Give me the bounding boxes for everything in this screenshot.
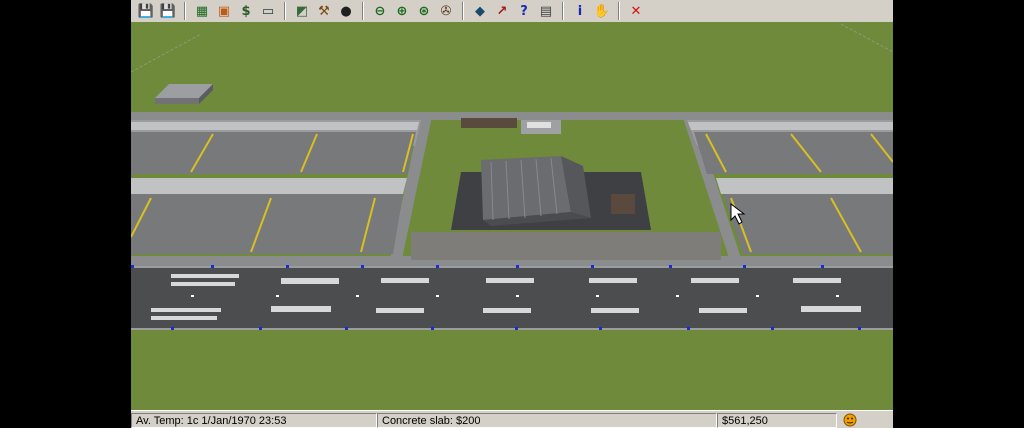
build-menu-icon[interactable]: ▦ (192, 2, 212, 21)
hand-icon[interactable]: ✋ (592, 2, 612, 21)
toolbar-separator (462, 2, 464, 20)
info-icon[interactable]: i (570, 2, 590, 21)
toolbar-separator (184, 2, 186, 20)
runway[interactable] (131, 265, 893, 330)
money-balance: $561,250 (717, 412, 837, 428)
toolbar-separator (362, 2, 364, 20)
save-game-icon[interactable]: 💾 (136, 2, 156, 21)
help-icon[interactable]: ? (514, 2, 534, 21)
vehicle-icon[interactable]: ● (336, 2, 356, 21)
left-apron[interactable] (131, 120, 421, 254)
zoom-in-icon[interactable]: ⊕ (392, 2, 412, 21)
graph-icon[interactable]: ↗ (492, 2, 512, 21)
current-tool-cost: Concrete slab: $200 (377, 412, 717, 428)
status-bar: Av. Temp: 1c 1/Jan/1970 23:53 Concrete s… (131, 410, 893, 428)
smiley-icon[interactable] (841, 413, 859, 427)
toolbar-separator (284, 2, 286, 20)
game-window: 💾 💾 ▦ ▣ $ ▭ ◩ ⚒ ● ⊖ ⊕ ⊛ ✇ ◆ ↗? ▤ i ✋ ✕ A… (131, 0, 893, 428)
temperature-date-readout: Av. Temp: 1c 1/Jan/1970 23:53 (131, 412, 377, 428)
computer-icon[interactable]: ▭ (258, 2, 278, 21)
camera-icon[interactable]: ✇ (436, 2, 456, 21)
build-tool-icon[interactable]: ◩ (292, 2, 312, 21)
toolbar-separator (618, 2, 620, 20)
money-icon[interactable]: $ (236, 2, 256, 21)
close-icon[interactable]: ✕ (626, 2, 646, 21)
finance-icon[interactable]: ▣ (214, 2, 234, 21)
report-icon[interactable]: ▤ (536, 2, 556, 21)
toolbar-separator (562, 2, 564, 20)
zoom-reset-icon[interactable]: ⊛ (414, 2, 434, 21)
airport-map-view[interactable] (131, 22, 893, 410)
zoom-out-icon[interactable]: ⊖ (370, 2, 390, 21)
bulldoze-icon[interactable]: ⚒ (314, 2, 334, 21)
save-as-icon[interactable]: 💾 (158, 2, 178, 21)
toolbar: 💾 💾 ▦ ▣ $ ▭ ◩ ⚒ ● ⊖ ⊕ ⊛ ✇ ◆ ↗? ▤ i ✋ ✕ (131, 0, 893, 23)
terrain-view-icon[interactable]: ◆ (470, 2, 490, 21)
